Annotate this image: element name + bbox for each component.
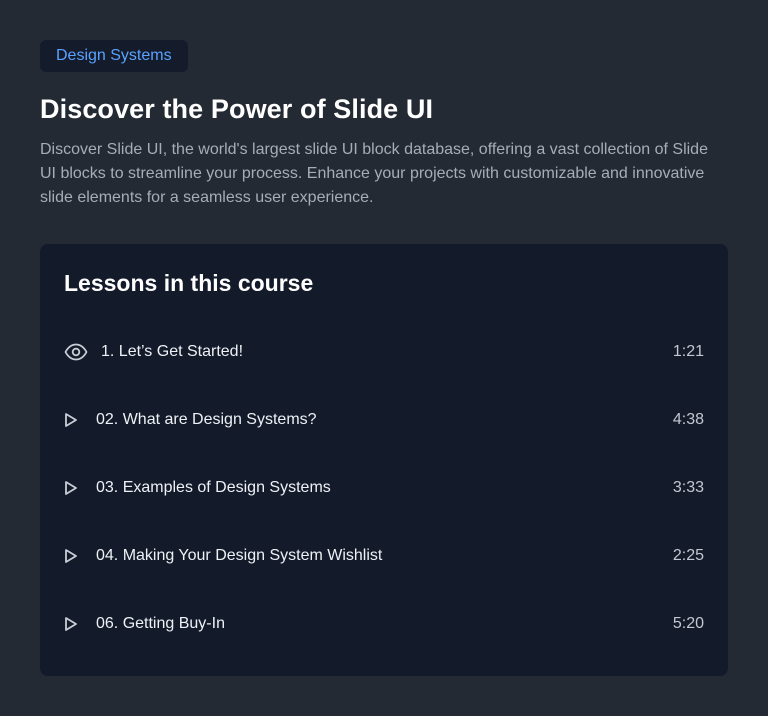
lesson-item[interactable]: 1. Let’s Get Started! 1:21	[64, 338, 704, 366]
lessons-card: Lessons in this course 1. Let’s Get Star…	[40, 244, 728, 676]
lesson-title: 02. What are Design Systems?	[96, 411, 317, 428]
category-badge[interactable]: Design Systems	[40, 40, 188, 72]
lesson-item[interactable]: 02. What are Design Systems? 4:38	[64, 406, 704, 434]
lessons-heading: Lessons in this course	[64, 270, 314, 296]
lesson-title: 03. Examples of Design Systems	[96, 479, 331, 496]
lesson-title: 06. Getting Buy-In	[96, 615, 225, 632]
lesson-duration: 2:25	[672, 547, 704, 564]
play-icon	[64, 476, 84, 500]
eye-icon	[64, 340, 88, 364]
lesson-title: 04. Making Your Design System Wishlist	[96, 547, 383, 564]
lesson-duration: 4:38	[672, 411, 704, 428]
lesson-title: 1. Let’s Get Started!	[101, 343, 244, 360]
course-description: Discover Slide UI, the world's largest s…	[40, 141, 708, 206]
play-icon	[64, 612, 84, 636]
lesson-item[interactable]: 04. Making Your Design System Wishlist 2…	[64, 542, 704, 570]
lesson-duration: 5:20	[672, 615, 704, 632]
page-title: Discover the Power of Slide UI	[40, 94, 434, 124]
lesson-item[interactable]: 06. Getting Buy-In 5:20	[64, 610, 704, 638]
lesson-item[interactable]: 03. Examples of Design Systems 3:33	[64, 474, 704, 502]
lesson-duration: 1:21	[672, 343, 704, 360]
course-page: Design Systems Discover the Power of Sli…	[40, 40, 728, 676]
play-icon	[64, 408, 84, 432]
play-icon	[64, 544, 84, 568]
lesson-duration: 3:33	[672, 479, 704, 496]
